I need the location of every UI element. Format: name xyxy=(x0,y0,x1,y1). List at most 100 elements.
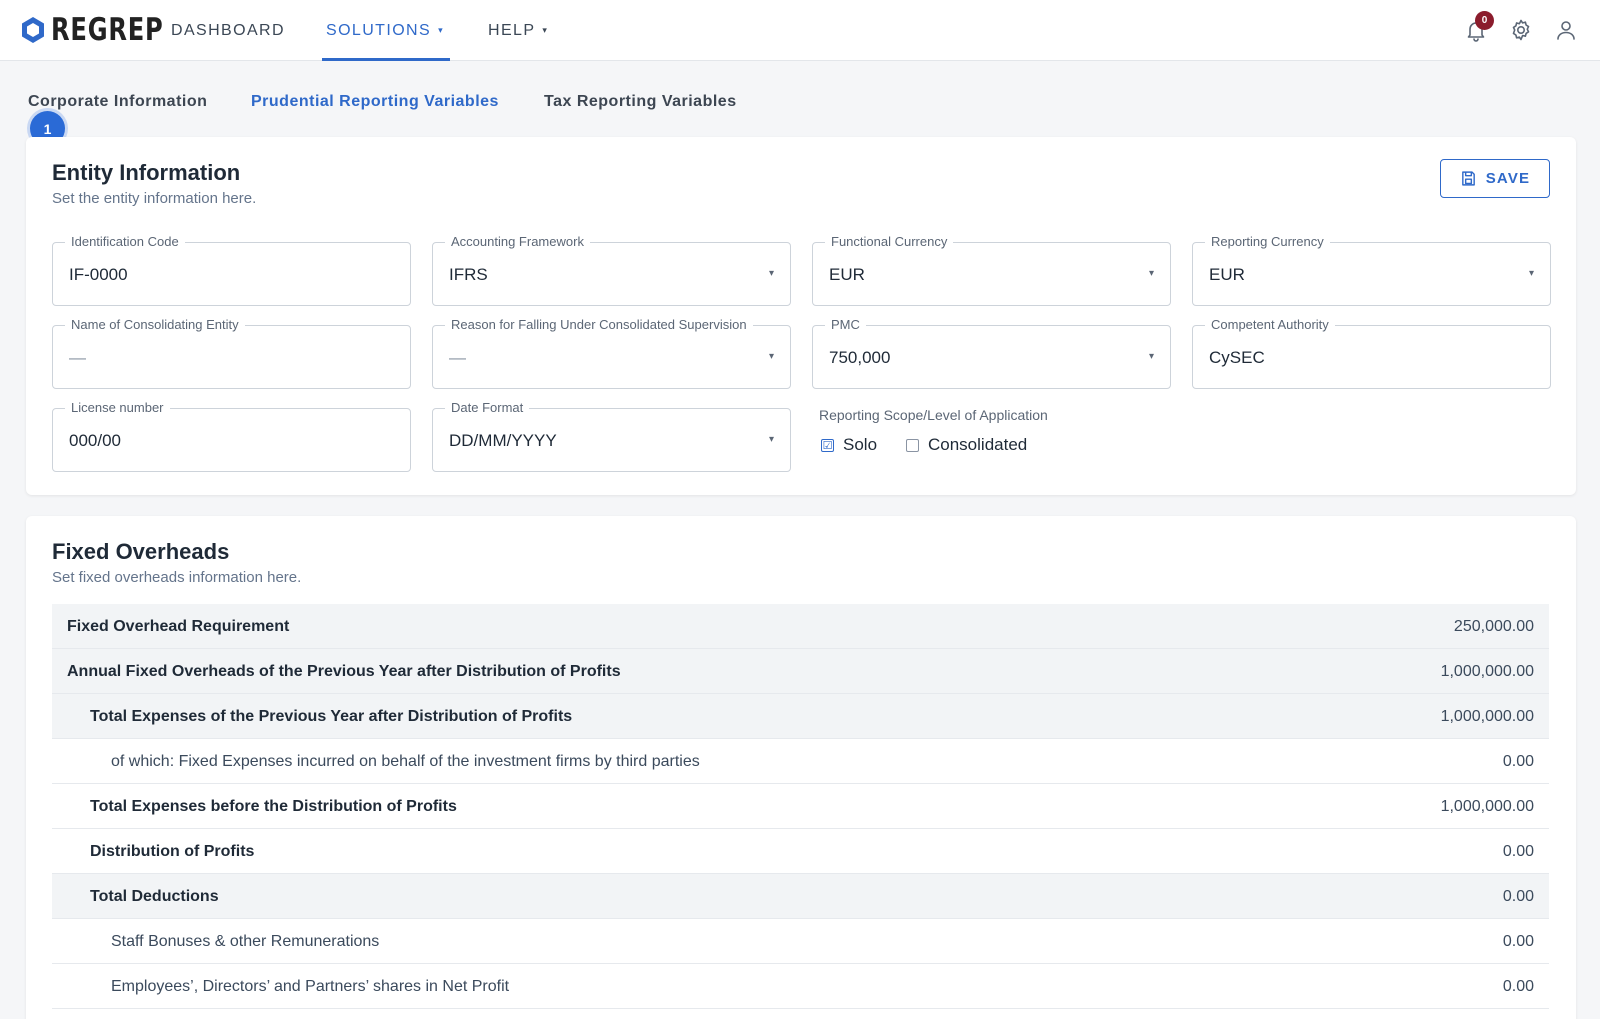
date-format-label: Date Format xyxy=(445,400,530,416)
competent-authority-field[interactable]: Competent Authority CySEC xyxy=(1192,317,1551,389)
consolidating-entity-field[interactable]: Name of Consolidating Entity — xyxy=(52,317,411,389)
row-value: 250,000.00 xyxy=(1453,618,1534,635)
row-label: of which: Fixed Expenses incurred on beh… xyxy=(111,753,700,770)
fixed-overheads-title: Fixed Overheads xyxy=(52,539,230,564)
consolidated-supervision-reason-value: — xyxy=(449,348,466,367)
row-value: 0.00 xyxy=(1502,753,1534,770)
pmc-label: PMC xyxy=(825,317,866,333)
table-row[interactable]: Total Expenses of the Previous Year afte… xyxy=(52,694,1549,739)
tab-corporate-information[interactable]: Corporate Information xyxy=(28,92,207,112)
chevron-down-icon: ▾ xyxy=(542,25,549,35)
chevron-down-icon: ▾ xyxy=(768,434,774,445)
table-row[interactable]: Total Deductions 0.00 xyxy=(52,874,1549,919)
row-label: Employees’, Directors’ and Partners’ sha… xyxy=(111,978,510,995)
chevron-down-icon: ▾ xyxy=(1528,268,1534,279)
reporting-currency-value: EUR xyxy=(1209,265,1245,284)
consolidated-supervision-reason-select[interactable]: Reason for Falling Under Consolidated Su… xyxy=(432,317,791,389)
row-value: 1,000,000.00 xyxy=(1440,663,1534,680)
pmc-select[interactable]: PMC 750,000 ▾ xyxy=(812,317,1171,389)
competent-authority-label: Competent Authority xyxy=(1205,317,1335,333)
nav-solutions[interactable]: SOLUTIONS ▾ xyxy=(326,0,444,61)
nav-dashboard-label: DASHBOARD xyxy=(171,21,285,39)
user-icon[interactable] xyxy=(1554,18,1578,42)
scope-consolidated-label: Consolidated xyxy=(928,435,1028,454)
identification-code-field[interactable]: Identification Code IF-0000 xyxy=(52,234,411,306)
row-label: Total Deductions xyxy=(90,888,219,905)
chevron-down-icon: ▾ xyxy=(1148,351,1154,362)
consolidating-entity-value: — xyxy=(69,348,86,367)
hexagon-logo-icon xyxy=(22,17,44,43)
nav-dashboard[interactable]: DASHBOARD xyxy=(171,0,285,61)
consolidating-entity-label: Name of Consolidating Entity xyxy=(65,317,245,333)
save-button[interactable]: SAVE xyxy=(1440,159,1550,198)
row-label: Total Expenses of the Previous Year afte… xyxy=(90,708,573,725)
scope-solo-label: Solo xyxy=(843,435,878,454)
gear-icon[interactable] xyxy=(1509,18,1533,42)
pmc-value: 750,000 xyxy=(829,348,891,367)
fixed-overheads-table: Fixed Overhead Requirement 250,000.00 An… xyxy=(52,604,1549,1009)
functional-currency-value: EUR xyxy=(829,265,865,284)
nav-active-indicator xyxy=(322,58,450,61)
accounting-framework-value: IFRS xyxy=(449,265,488,284)
functional-currency-select[interactable]: Functional Currency EUR ▾ xyxy=(812,234,1171,306)
tab-prudential-reporting-variables[interactable]: Prudential Reporting Variables xyxy=(251,92,499,112)
license-number-value: 000/00 xyxy=(69,431,121,450)
tab-tax-reporting-variables[interactable]: Tax Reporting Variables xyxy=(544,92,737,112)
reporting-scope-label: Reporting Scope/Level of Application xyxy=(819,407,1048,423)
consolidated-supervision-reason-label: Reason for Falling Under Consolidated Su… xyxy=(445,317,753,333)
date-format-value: DD/MM/YYYY xyxy=(449,431,557,450)
accounting-framework-select[interactable]: Accounting Framework IFRS ▾ xyxy=(432,234,791,306)
chevron-down-icon: ▾ xyxy=(768,351,774,362)
table-row[interactable]: Employees’, Directors’ and Partners’ sha… xyxy=(52,964,1549,1009)
scope-consolidated-checkbox[interactable]: Consolidated xyxy=(906,435,1027,455)
fixed-overheads-subtitle: Set fixed overheads information here. xyxy=(52,569,302,586)
notification-badge: 0 xyxy=(1475,11,1494,30)
brand-logo[interactable]: REGREP xyxy=(21,14,195,46)
row-value: 1,000,000.00 xyxy=(1440,798,1534,815)
row-label: Distribution of Profits xyxy=(90,843,255,860)
identification-code-value: IF-0000 xyxy=(69,265,128,284)
table-row[interactable]: Distribution of Profits 0.00 xyxy=(52,829,1549,874)
row-label: Fixed Overhead Requirement xyxy=(67,618,290,635)
row-label: Total Expenses before the Distribution o… xyxy=(90,798,457,815)
license-number-label: License number xyxy=(65,400,170,416)
brand-name: REGREP xyxy=(51,12,164,48)
row-label: Staff Bonuses & other Remunerations xyxy=(111,933,380,950)
table-row[interactable]: Fixed Overhead Requirement 250,000.00 xyxy=(52,604,1549,649)
save-button-label: SAVE xyxy=(1485,170,1531,187)
nav-help-label: HELP xyxy=(488,21,536,39)
nav-help[interactable]: HELP ▾ xyxy=(488,0,548,61)
row-value: 1,000,000.00 xyxy=(1440,708,1534,725)
accounting-framework-label: Accounting Framework xyxy=(445,234,590,250)
table-row[interactable]: Annual Fixed Overheads of the Previous Y… xyxy=(52,649,1549,694)
tab-corporate-information-label: Corporate Information xyxy=(28,93,208,110)
competent-authority-value: CySEC xyxy=(1209,348,1265,367)
entity-information-subtitle: Set the entity information here. xyxy=(52,190,257,207)
chevron-down-icon: ▾ xyxy=(768,268,774,279)
date-format-select[interactable]: Date Format DD/MM/YYYY ▾ xyxy=(432,400,791,472)
table-row[interactable]: Total Expenses before the Distribution o… xyxy=(52,784,1549,829)
reporting-currency-label: Reporting Currency xyxy=(1205,234,1330,250)
functional-currency-label: Functional Currency xyxy=(825,234,954,250)
scope-solo-checkbox[interactable]: ☑ Solo xyxy=(821,435,877,455)
checkbox-checked-icon: ☑ xyxy=(821,438,834,452)
row-value: 0.00 xyxy=(1502,978,1534,995)
row-value: 0.00 xyxy=(1502,888,1534,905)
floppy-disk-icon xyxy=(1461,171,1475,186)
tab-tax-reporting-variables-label: Tax Reporting Variables xyxy=(544,93,737,110)
row-value: 0.00 xyxy=(1502,933,1534,950)
license-number-field[interactable]: License number 000/00 xyxy=(52,400,411,472)
entity-information-title: Entity Information xyxy=(52,160,241,185)
nav-solutions-label: SOLUTIONS xyxy=(326,21,432,39)
chevron-down-icon: ▾ xyxy=(438,25,444,35)
reporting-currency-select[interactable]: Reporting Currency EUR ▾ xyxy=(1192,234,1551,306)
row-value: 0.00 xyxy=(1502,843,1534,860)
chevron-down-icon: ▾ xyxy=(1148,268,1154,279)
tab-prudential-reporting-variables-label: Prudential Reporting Variables xyxy=(251,93,499,110)
top-navbar: REGREP DASHBOARD SOLUTIONS ▾ HELP ▾ 0 xyxy=(0,0,1600,61)
identification-code-label: Identification Code xyxy=(65,234,185,250)
checkbox-unchecked-icon xyxy=(906,438,919,452)
row-label: Annual Fixed Overheads of the Previous Y… xyxy=(67,663,621,680)
table-row[interactable]: Staff Bonuses & other Remunerations 0.00 xyxy=(52,919,1549,964)
table-row[interactable]: of which: Fixed Expenses incurred on beh… xyxy=(52,739,1549,784)
